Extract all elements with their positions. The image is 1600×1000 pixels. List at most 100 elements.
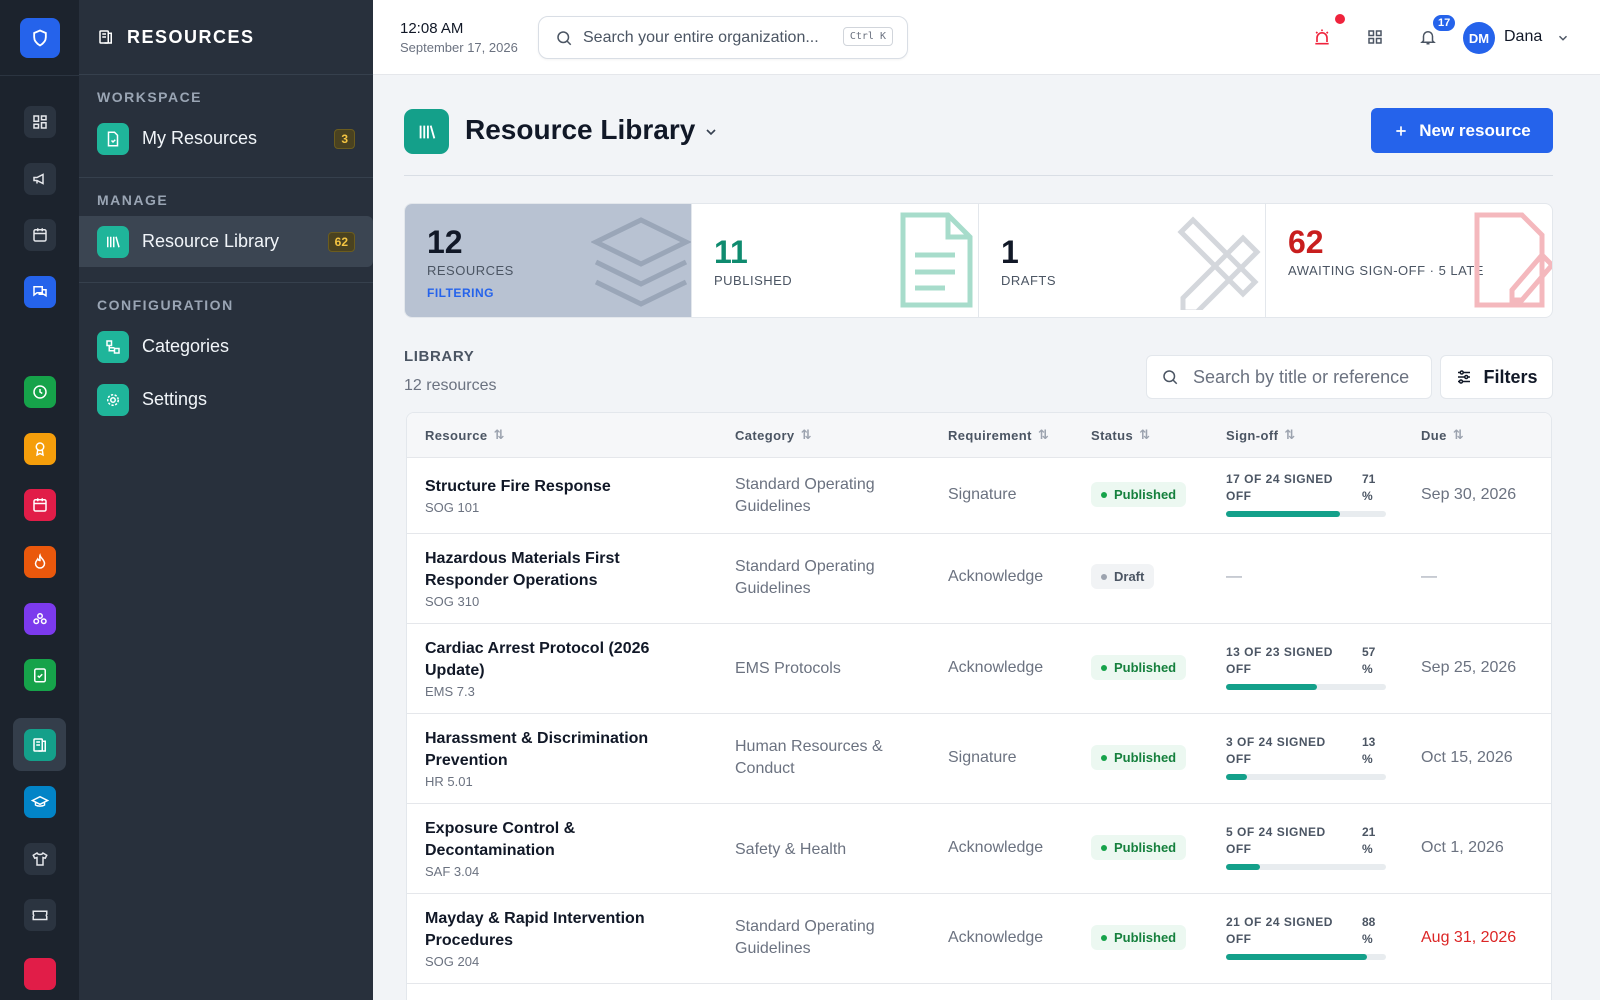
search-placeholder: Search by title or reference xyxy=(1193,366,1410,387)
resource-code: SOG 101 xyxy=(425,500,480,515)
table-row[interactable]: Exposure Control & Decontamination SAF 3… xyxy=(407,804,1551,894)
due-date: — xyxy=(1421,568,1437,585)
nav-title: RESOURCES xyxy=(127,26,255,47)
nav-item-label: Categories xyxy=(142,336,230,356)
section-manage: MANAGE xyxy=(97,192,169,208)
section-workspace: WORKSPACE xyxy=(97,89,203,105)
clock-icon[interactable] xyxy=(24,376,56,408)
resource-title[interactable]: Hazardous Materials First Responder Oper… xyxy=(425,548,705,592)
column-status[interactable]: Status ⇅ xyxy=(1091,427,1150,443)
event-calendar-icon[interactable] xyxy=(24,489,56,521)
column-requirement[interactable]: Requirement ⇅ xyxy=(948,427,1049,443)
dashboard-icon[interactable] xyxy=(24,106,56,138)
table-row[interactable]: Harassment & Discrimination Prevention H… xyxy=(407,714,1551,804)
due-date: Aug 31, 2026 xyxy=(1421,929,1517,946)
sort-icon: ⇅ xyxy=(1139,427,1151,442)
column-category[interactable]: Category ⇅ xyxy=(735,427,812,443)
library-icon xyxy=(97,225,129,258)
resource-category: Standard Operating Guidelines xyxy=(735,558,875,597)
shield-logo-icon[interactable] xyxy=(20,18,60,58)
shortcut-hint: Ctrl K xyxy=(842,27,893,46)
chevron-down-icon[interactable] xyxy=(703,124,719,140)
column-due[interactable]: Due ⇅ xyxy=(1421,427,1464,443)
apps-grid-icon[interactable] xyxy=(1364,26,1386,48)
stats-bar: 12 RESOURCES FILTERING 11 PUBLISHED 1 DR… xyxy=(404,203,1553,318)
column-resource[interactable]: Resource ⇅ xyxy=(425,427,505,443)
ticket-icon[interactable] xyxy=(24,899,56,931)
nav-item-categories[interactable]: Categories xyxy=(79,321,373,372)
user-name[interactable]: Dana xyxy=(1504,28,1542,46)
file-icon xyxy=(97,122,129,155)
resource-category: Standard Operating Guidelines xyxy=(735,918,875,957)
group-icon[interactable] xyxy=(24,603,56,635)
plus-icon xyxy=(1396,125,1406,136)
resource-title[interactable]: Cardiac Arrest Protocol (2026 Update) xyxy=(425,638,705,682)
notification-count: 17 xyxy=(1431,13,1458,33)
award-icon[interactable] xyxy=(24,433,56,465)
nav-item-label: My Resources xyxy=(142,128,258,148)
progress-bar xyxy=(1226,774,1386,780)
resources-rail-icon[interactable] xyxy=(13,718,66,771)
resource-category: Safety & Health xyxy=(735,841,847,858)
graduation-cap-icon[interactable] xyxy=(24,786,56,818)
megaphone-icon[interactable] xyxy=(24,163,56,195)
due-date: Sep 30, 2026 xyxy=(1421,486,1517,503)
avatar[interactable]: DM xyxy=(1463,22,1495,54)
alarm-siren-icon[interactable] xyxy=(1311,26,1333,48)
resource-title[interactable]: Mayday & Rapid Intervention Procedures xyxy=(425,908,705,952)
shirt-icon[interactable] xyxy=(24,843,56,875)
status-badge: Published xyxy=(1091,655,1187,680)
table-row[interactable]: Structure Fire Response SOG 101 Standard… xyxy=(407,458,1551,534)
resource-code: SOG 310 xyxy=(425,594,480,609)
stat-resources[interactable]: 12 RESOURCES FILTERING xyxy=(405,204,692,317)
resource-title[interactable]: Harassment & Discrimination Prevention xyxy=(425,728,705,772)
resource-code: SAF 3.04 xyxy=(425,864,480,879)
resource-code: HR 5.01 xyxy=(425,774,473,789)
resources-icon xyxy=(99,30,112,44)
progress-bar xyxy=(1226,864,1386,870)
resource-requirement: Signature xyxy=(948,749,1017,766)
clipboard-check-icon[interactable] xyxy=(24,659,56,691)
nav-item-label: Settings xyxy=(142,389,208,409)
new-resource-label: New resource xyxy=(1419,120,1531,140)
sort-icon: ⇅ xyxy=(1284,427,1296,442)
resource-code: SOG 204 xyxy=(425,954,480,969)
library-icon xyxy=(404,109,449,154)
alarm-icon[interactable] xyxy=(24,958,56,990)
nav-item-settings[interactable]: Settings xyxy=(79,374,373,425)
stat-drafts[interactable]: 1 DRAFTS xyxy=(979,204,1266,317)
table-row[interactable]: Cardiac Arrest Protocol (2026 Update) EM… xyxy=(407,624,1551,714)
nav-item-resource-library[interactable]: Resource Library 62 xyxy=(79,216,373,267)
global-search-input[interactable]: Search your entire organization... Ctrl … xyxy=(538,16,908,59)
column-signoff[interactable]: Sign-off ⇅ xyxy=(1226,427,1296,443)
pencil-ruler-icon xyxy=(1177,216,1261,310)
chevron-down-icon[interactable] xyxy=(1556,31,1570,45)
signoff-progress: 21 OF 24 SIGNED OFF 88 % xyxy=(1226,914,1386,960)
progress-bar xyxy=(1226,684,1386,690)
nav-item-label: Resource Library xyxy=(142,231,280,251)
resource-category: Standard Operating Guidelines xyxy=(735,476,875,515)
status-badge: Published xyxy=(1091,925,1187,950)
calendar-icon[interactable] xyxy=(24,219,56,251)
chat-icon[interactable] xyxy=(24,276,56,308)
resource-title[interactable]: Exposure Control & Decontamination xyxy=(425,818,705,862)
nav-item-my-resources[interactable]: My Resources 3 xyxy=(79,113,373,164)
flame-icon[interactable] xyxy=(24,546,56,578)
filters-button[interactable]: Filters xyxy=(1440,355,1553,399)
new-resource-button[interactable]: New resource xyxy=(1371,108,1553,153)
table-row[interactable]: Hazardous Materials First Responder Oper… xyxy=(407,534,1551,624)
resource-title[interactable]: Structure Fire Response xyxy=(425,476,705,498)
resource-requirement: Acknowledge xyxy=(948,839,1044,856)
stat-published[interactable]: 11 PUBLISHED xyxy=(692,204,979,317)
current-time: 12:08 AM xyxy=(400,20,464,37)
search-placeholder: Search your entire organization... xyxy=(583,28,819,46)
nav-header: RESOURCES xyxy=(79,0,373,75)
section-configuration: CONFIGURATION xyxy=(97,297,234,313)
sort-icon: ⇅ xyxy=(1452,427,1465,442)
table-row[interactable]: Mayday & Rapid Intervention Procedures S… xyxy=(407,894,1551,984)
signoff-progress: 13 OF 23 SIGNED OFF 57 % xyxy=(1226,644,1386,690)
hierarchy-icon xyxy=(97,330,129,363)
library-heading: LIBRARY xyxy=(404,348,475,365)
library-search-input[interactable]: Search by title or reference xyxy=(1146,355,1432,399)
stat-awaiting-signoff[interactable]: 62 AWAITING SIGN-OFF · 5 LATE xyxy=(1266,204,1552,317)
